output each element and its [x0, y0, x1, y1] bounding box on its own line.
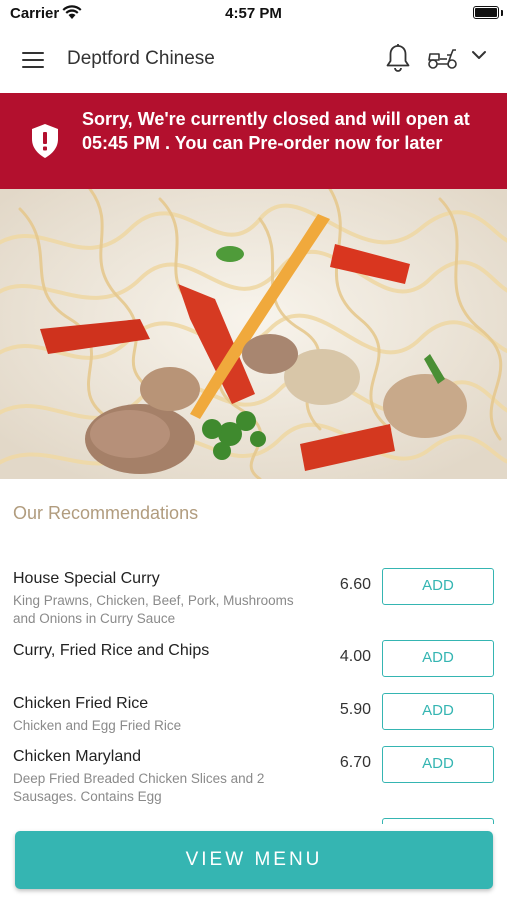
item-description: Chicken and Egg Fried Rice	[13, 718, 182, 733]
add-button[interactable]: ADD	[382, 746, 494, 783]
status-bar: Carrier 4:57 PM	[0, 0, 507, 28]
item-name: Chicken Maryland	[13, 748, 142, 765]
hero-food-image	[0, 189, 507, 479]
item-price: 4.00	[339, 648, 371, 665]
item-name: Chicken Fried Rice	[13, 695, 149, 712]
closed-message: Sorry, We're currently closed and will o…	[82, 109, 470, 153]
restaurant-title: Deptford Chinese	[67, 48, 215, 69]
notification-bell-icon[interactable]	[385, 43, 411, 73]
item-name: House Special Curry	[13, 570, 160, 587]
item-description: King Prawns, Chicken, Beef, Pork, Mushro…	[13, 593, 294, 626]
noodle-dish-illustration	[0, 189, 507, 479]
item-description: Deep Fried Breaded Chicken Slices and 2 …	[13, 771, 265, 804]
add-button[interactable]: ADD	[382, 640, 494, 677]
shield-alert-icon	[32, 124, 58, 158]
item-name: Curry, Fried Rice and Chips	[13, 642, 210, 659]
item-price: 5.90	[339, 701, 371, 718]
battery-icon	[473, 6, 499, 19]
add-button[interactable]: ADD	[382, 568, 494, 605]
hamburger-menu-icon[interactable]	[22, 50, 46, 70]
item-price: 6.70	[339, 754, 371, 771]
delivery-scooter-icon[interactable]	[427, 46, 459, 70]
battery-tip	[501, 10, 503, 16]
item-price: 6.60	[339, 576, 371, 593]
chevron-down-icon[interactable]	[470, 49, 488, 61]
view-menu-button[interactable]: VIEW MENU	[15, 831, 493, 889]
closed-notice-banner: Sorry, We're currently closed and will o…	[0, 93, 507, 189]
add-button[interactable]: ADD	[382, 693, 494, 730]
recommendations-heading: Our Recommendations	[13, 503, 199, 523]
app-header: Deptford Chinese	[0, 28, 507, 92]
clock: 4:57 PM	[225, 5, 282, 22]
